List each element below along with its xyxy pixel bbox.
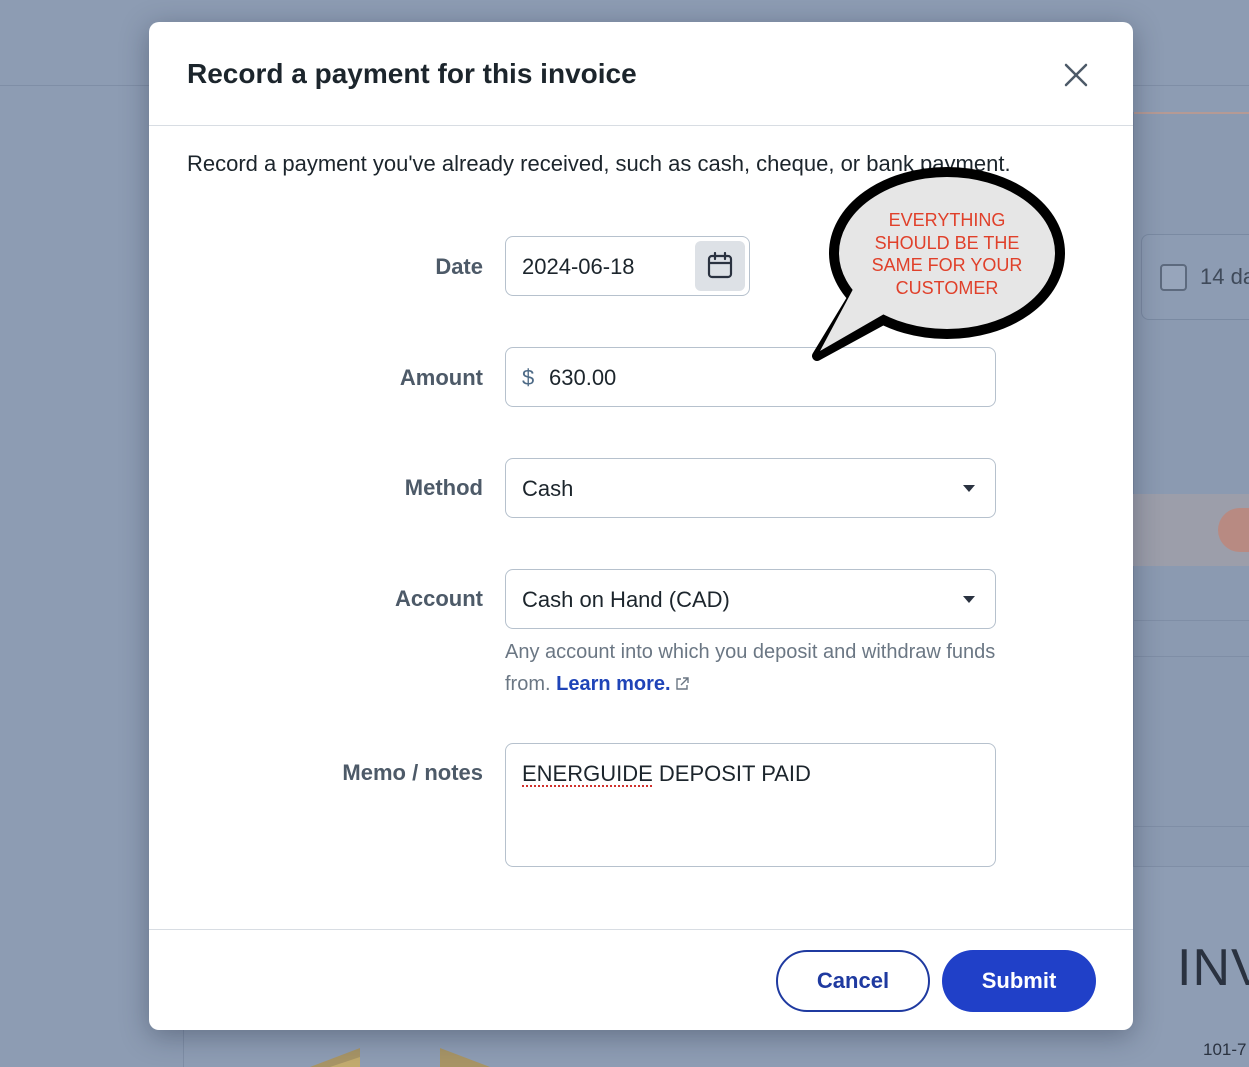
account-label: Account	[395, 586, 483, 611]
background-invoice-heading: INV	[1177, 939, 1249, 997]
calendar-icon	[707, 252, 733, 279]
cancel-button[interactable]: Cancel	[776, 950, 930, 1012]
method-label: Method	[404, 475, 483, 500]
annotation-line: SAME FOR YOUR	[871, 255, 1023, 275]
account-value: Cash on Hand (CAD)	[522, 587, 730, 612]
modal-header: Record a payment for this invoice	[149, 22, 1133, 126]
annotation-line: CUSTOMER	[895, 277, 999, 298]
annotation-line: SHOULD BE THE	[874, 232, 1020, 253]
amount-value: 630.00	[549, 365, 617, 390]
memo-misspelled-word: ENERGUIDE	[522, 761, 653, 786]
background-logo	[310, 1048, 490, 1067]
method-value: Cash	[522, 476, 574, 501]
submit-button[interactable]: Submit	[942, 950, 1096, 1012]
chevron-down-icon	[963, 485, 975, 492]
close-button[interactable]	[1057, 56, 1095, 94]
background-terms-label: 14 da	[1200, 264, 1249, 289]
modal-title: Record a payment for this invoice	[187, 58, 637, 89]
amount-label: Amount	[399, 365, 483, 390]
background-panel-edge	[1134, 112, 1249, 114]
background-terms-checkbox	[1160, 264, 1187, 291]
account-help-text: Any account into which you deposit and w…	[505, 636, 1005, 700]
background-divider	[1133, 656, 1249, 657]
date-label: Date	[435, 254, 483, 279]
memo-value-rest: DEPOSIT PAID	[652, 761, 811, 786]
memo-label: Memo / notes	[342, 760, 483, 785]
background-divider	[1133, 620, 1249, 621]
account-select[interactable]: Cash on Hand (CAD)	[505, 569, 996, 629]
memo-textarea[interactable]: ENERGUIDE DEPOSIT PAID	[505, 743, 996, 867]
currency-symbol: $	[522, 365, 535, 390]
date-input[interactable]: 2024-06-18	[505, 236, 750, 296]
close-icon	[1064, 63, 1088, 87]
memo-value: ENERGUIDE DEPOSIT PAID	[522, 761, 811, 787]
background-divider	[1133, 826, 1249, 827]
annotation-text: EVERYTHING SHOULD BE THE SAME FOR YOUR C…	[857, 209, 1037, 299]
external-link-icon	[675, 677, 689, 690]
annotation-line: EVERYTHING	[888, 210, 1006, 230]
date-value: 2024-06-18	[522, 254, 635, 279]
date-picker-button[interactable]	[695, 241, 745, 291]
method-select[interactable]: Cash	[505, 458, 996, 518]
background-invoice-address: 101-7	[1203, 1040, 1247, 1059]
learn-more-link[interactable]: Learn more.	[556, 673, 670, 695]
modal-footer: Cancel Submit	[149, 929, 1133, 1030]
chevron-down-icon	[963, 596, 975, 603]
